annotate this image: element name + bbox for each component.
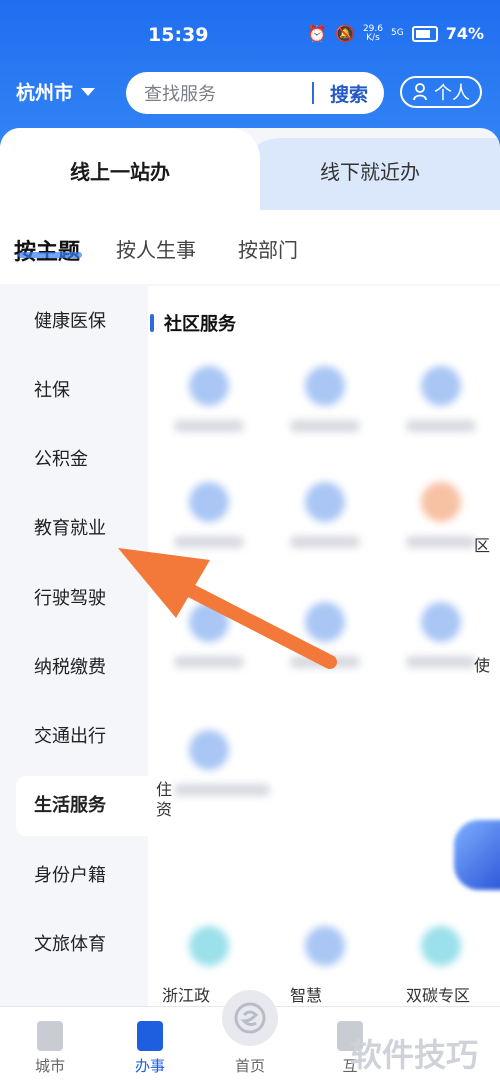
alarm-icon: ⏰ xyxy=(307,24,328,43)
service-item[interactable] xyxy=(384,366,494,466)
service-label-fragment: 双碳专区 xyxy=(406,986,471,1005)
status-bar: 15:39 ⏰ 🔕 29.6 K/s 5G 74% xyxy=(0,0,500,70)
sidebar-item-tax[interactable]: 纳税缴费 xyxy=(0,638,150,698)
search-button[interactable]: 搜索 xyxy=(314,80,384,107)
watermark: 软件技巧 xyxy=(350,1036,479,1074)
sidebar-item-driving[interactable]: 行驶驾驶 xyxy=(0,569,150,629)
user-icon xyxy=(413,83,427,101)
search-input[interactable]: 查找服务 xyxy=(144,80,312,106)
subtab-bar: 按主题 按人生事 按部门 xyxy=(0,210,500,284)
floating-assistant-button[interactable] xyxy=(454,820,500,890)
chevron-down-icon xyxy=(81,87,96,96)
mute-icon: 🔕 xyxy=(335,24,355,43)
city-label: 杭州市 xyxy=(16,82,74,104)
status-icons: ⏰ 🔕 29.6 K/s 5G 74% xyxy=(307,24,484,43)
section-title: 社区服务 xyxy=(164,314,236,335)
profile-button[interactable]: 个人 xyxy=(400,76,482,108)
service-item[interactable] xyxy=(268,602,378,702)
service-label-fragment: 区 xyxy=(474,536,491,555)
clipboard-icon xyxy=(137,1021,163,1051)
section-marker xyxy=(150,314,154,332)
search-row: 杭州市 查找服务 搜索 个人 xyxy=(0,70,500,116)
city-selector[interactable]: 杭州市 xyxy=(16,78,96,105)
search-box[interactable]: 查找服务 搜索 xyxy=(126,72,384,114)
sidebar-item-transport[interactable]: 交通出行 xyxy=(0,707,150,767)
service-panel: 社区服务 区 使 住 资 浙江政 智慧 双碳专区 xyxy=(148,286,500,1006)
section-community-services: 社区服务 xyxy=(150,310,236,336)
sidebar-item-social-security[interactable]: 社保 xyxy=(0,361,150,421)
tab-online-label: 线上一站办 xyxy=(70,160,170,184)
subtab-by-life-event[interactable]: 按人生事 xyxy=(116,234,196,263)
tab-offline-label: 线下就近办 xyxy=(320,160,420,184)
sidebar-item-education[interactable]: 教育就业 xyxy=(0,499,150,559)
city-icon xyxy=(37,1021,63,1051)
sidebar-item-identity[interactable]: 身份户籍 xyxy=(0,846,150,906)
service-label-fragment: 浙江政 xyxy=(162,986,211,1005)
nav-city[interactable]: 城市 xyxy=(0,1007,100,1085)
subtab-underline xyxy=(18,252,82,258)
status-time: 15:39 xyxy=(148,24,209,46)
home-icon[interactable] xyxy=(222,990,278,1046)
service-label-fragment: 智慧 xyxy=(290,986,323,1005)
net-speed: 29.6 K/s xyxy=(362,23,383,43)
sidebar-item-health[interactable]: 健康医保 xyxy=(0,292,150,352)
service-item[interactable] xyxy=(268,366,378,466)
service-item[interactable] xyxy=(152,602,262,702)
category-sidebar: 健康医保 社保 公积金 教育就业 行驶驾驶 纳税缴费 交通出行 生活服务 身份户… xyxy=(0,286,150,1006)
nav-services-label: 办事 xyxy=(134,1057,165,1075)
service-item[interactable] xyxy=(268,926,378,1006)
battery-percent: 74% xyxy=(445,24,484,43)
nav-services[interactable]: 办事 xyxy=(100,1007,200,1085)
service-label-fragment: 资 xyxy=(156,800,173,819)
nav-city-label: 城市 xyxy=(34,1057,65,1075)
subtab-by-theme[interactable]: 按主题 xyxy=(14,234,80,266)
battery-icon xyxy=(411,25,438,42)
service-item[interactable] xyxy=(268,482,378,582)
service-item[interactable] xyxy=(152,482,262,582)
service-label-fragment: 使 xyxy=(474,656,491,675)
nav-home-label: 首页 xyxy=(234,1057,265,1075)
profile-label: 个人 xyxy=(434,83,470,104)
subtab-by-department[interactable]: 按部门 xyxy=(238,234,298,263)
sidebar-item-culture-sports[interactable]: 文旅体育 xyxy=(0,915,150,975)
service-item[interactable] xyxy=(152,366,262,466)
signal-icon: 5G xyxy=(391,28,404,38)
sidebar-item-life-services[interactable]: 生活服务 xyxy=(16,776,150,836)
sidebar-item-housing-fund[interactable]: 公积金 xyxy=(0,430,150,490)
